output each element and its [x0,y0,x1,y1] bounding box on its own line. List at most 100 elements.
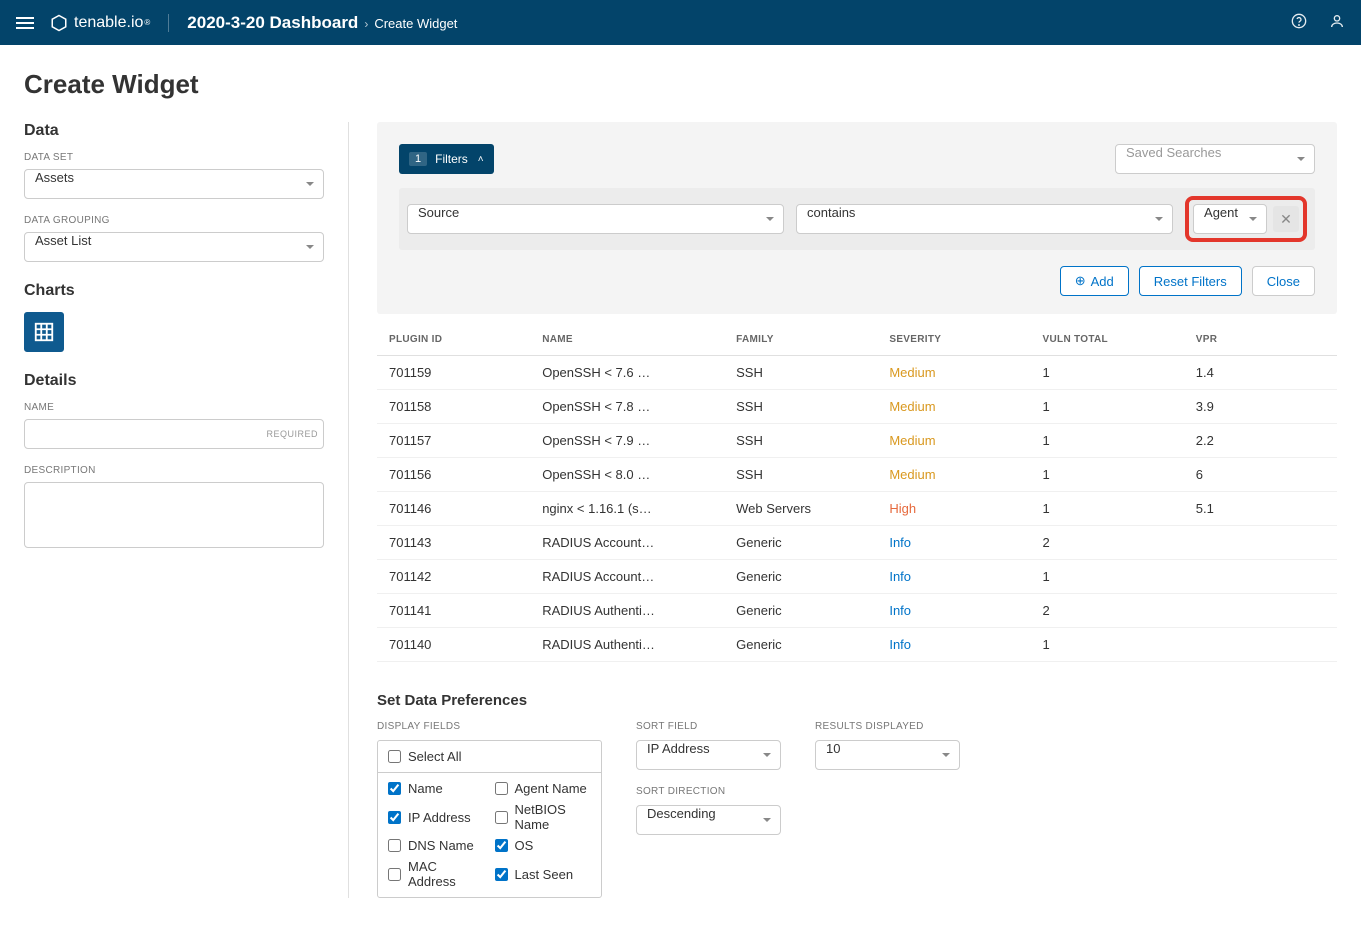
top-bar: tenable.io® 2020-3-20 Dashboard › Create… [0,0,1361,45]
display-field-checkbox[interactable]: IP Address [388,802,485,832]
dataset-select[interactable]: Assets [24,169,324,199]
cell-vuln: 1 [1031,458,1184,492]
datagrouping-label: DATA GROUPING [24,215,324,226]
cell-vpr: 5.1 [1184,492,1337,526]
cell-plugin: 701159 [377,356,530,390]
cell-severity: Info [877,594,1030,628]
filter-value-highlight: Agent ✕ [1185,196,1307,242]
close-filters-button[interactable]: Close [1252,266,1315,296]
cell-vuln: 2 [1031,526,1184,560]
table-row[interactable]: 701142RADIUS Account…GenericInfo1 [377,560,1337,594]
cell-severity: Medium [877,356,1030,390]
cell-family: Generic [724,628,877,662]
add-filter-button[interactable]: ⊕ Add [1060,266,1129,296]
sort-field-select[interactable]: IP Address [636,740,781,770]
select-all-checkbox[interactable]: Select All [388,749,591,764]
display-field-checkbox[interactable]: Agent Name [495,781,592,796]
table-row[interactable]: 701143RADIUS Account…GenericInfo2 [377,526,1337,560]
help-icon[interactable] [1291,13,1307,32]
table-row[interactable]: 701146nginx < 1.16.1 (s…Web ServersHigh1… [377,492,1337,526]
breadcrumb-current: Create Widget [374,16,457,31]
left-pane: Data DATA SET Assets DATA GROUPING Asset… [24,122,349,898]
filter-value-select[interactable]: Agent [1193,204,1267,234]
results-displayed-label: RESULTS DISPLAYED [815,721,960,732]
cell-vuln: 2 [1031,594,1184,628]
prefs-title: Set Data Preferences [377,692,1337,709]
cell-vpr: 2.2 [1184,424,1337,458]
cell-vpr [1184,560,1337,594]
datagrouping-select[interactable]: Asset List [24,232,324,262]
menu-icon[interactable] [16,17,34,29]
filter-row: Source contains Agent ✕ [399,188,1315,250]
cell-name: OpenSSH < 8.0 … [530,458,724,492]
right-pane: 1 Filters ˄ Saved Searches Source contai… [377,122,1337,898]
th-severity[interactable]: SEVERITY [877,324,1030,356]
display-field-checkbox[interactable]: Name [388,781,485,796]
filter-card: 1 Filters ˄ Saved Searches Source contai… [377,122,1337,314]
saved-searches-select[interactable]: Saved Searches [1115,144,1315,174]
cell-plugin: 701142 [377,560,530,594]
cell-plugin: 701146 [377,492,530,526]
cell-vuln: 1 [1031,356,1184,390]
cell-vuln: 1 [1031,390,1184,424]
results-displayed-select[interactable]: 10 [815,740,960,770]
brand-logo[interactable]: tenable.io® [50,14,169,32]
cell-name: OpenSSH < 7.6 … [530,356,724,390]
table-row[interactable]: 701156OpenSSH < 8.0 …SSHMedium16 [377,458,1337,492]
cell-name: RADIUS Account… [530,526,724,560]
table-row[interactable]: 701141RADIUS Authenti…GenericInfo2 [377,594,1337,628]
table-row[interactable]: 701157OpenSSH < 7.9 …SSHMedium12.2 [377,424,1337,458]
table-row[interactable]: 701140RADIUS Authenti…GenericInfo1 [377,628,1337,662]
cell-vpr: 6 [1184,458,1337,492]
cell-severity: Medium [877,458,1030,492]
cell-vuln: 1 [1031,424,1184,458]
cell-severity: Info [877,628,1030,662]
th-name[interactable]: NAME [530,324,724,356]
cell-severity: Medium [877,424,1030,458]
cell-family: Generic [724,594,877,628]
cell-family: SSH [724,390,877,424]
user-icon[interactable] [1329,13,1345,32]
cell-severity: Info [877,526,1030,560]
cell-plugin: 701157 [377,424,530,458]
display-field-checkbox[interactable]: Last Seen [495,859,592,889]
cell-vuln: 1 [1031,560,1184,594]
cell-name: RADIUS Account… [530,560,724,594]
cell-family: Generic [724,560,877,594]
section-charts: Charts [24,282,324,300]
display-field-checkbox[interactable]: OS [495,838,592,853]
sort-field-label: SORT FIELD [636,721,781,732]
th-vuln[interactable]: VULN TOTAL [1031,324,1184,356]
display-field-checkbox[interactable]: NetBIOS Name [495,802,592,832]
dataset-label: DATA SET [24,152,324,163]
display-field-checkbox[interactable]: MAC Address [388,859,485,889]
chevron-up-icon: ˄ [478,154,484,165]
name-label: NAME [24,402,324,413]
filter-op-select[interactable]: contains [796,204,1173,234]
th-vpr[interactable]: VPR [1184,324,1337,356]
filter-field-select[interactable]: Source [407,204,784,234]
cell-plugin: 701141 [377,594,530,628]
cell-plugin: 701143 [377,526,530,560]
breadcrumb-dashboard[interactable]: 2020-3-20 Dashboard [187,13,358,33]
reset-filters-button[interactable]: Reset Filters [1139,266,1242,296]
filters-toggle[interactable]: 1 Filters ˄ [399,144,494,174]
required-tag: REQUIRED [266,429,318,439]
display-field-checkbox[interactable]: DNS Name [388,838,485,853]
th-plugin[interactable]: PLUGIN ID [377,324,530,356]
table-row[interactable]: 701158OpenSSH < 7.8 …SSHMedium13.9 [377,390,1337,424]
cell-severity: Medium [877,390,1030,424]
description-input[interactable] [24,482,324,548]
cell-vuln: 1 [1031,628,1184,662]
th-family[interactable]: FAMILY [724,324,877,356]
remove-filter-button[interactable]: ✕ [1273,206,1299,232]
page-title: Create Widget [24,69,1337,100]
cell-family: SSH [724,356,877,390]
chart-type-table[interactable] [24,312,64,352]
cell-family: SSH [724,458,877,492]
cell-vpr [1184,628,1337,662]
table-row[interactable]: 701159OpenSSH < 7.6 …SSHMedium11.4 [377,356,1337,390]
cell-name: nginx < 1.16.1 (s… [530,492,724,526]
cell-family: SSH [724,424,877,458]
sort-direction-select[interactable]: Descending [636,805,781,835]
